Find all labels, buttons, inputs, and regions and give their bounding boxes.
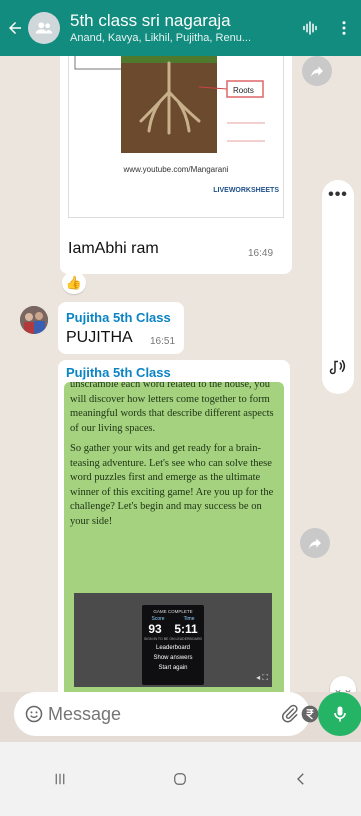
message-time: 16:51 [150,336,176,347]
game-complete-card: GAME COMPLETE Score Time 93 5:11 SIGN IN… [142,605,204,685]
show-answers-button: Show answers [153,655,193,661]
mic-icon [334,706,346,722]
back-arrow-icon [9,22,21,34]
roots-illustration: Roots [74,56,265,153]
game-card-title: GAME COMPLETE [153,609,193,614]
forward-icon [309,538,321,549]
payment-button[interactable] [300,699,320,729]
message-compose-bar [14,692,337,736]
scroll-down-button[interactable]: ⌄⌄ [330,676,356,692]
roots-label: Roots [233,86,254,95]
worksheet-image[interactable]: Roots www.youtube.com/Mangarani LIVEWORK… [68,56,284,218]
paperclip-icon [281,704,298,723]
forward-icon [311,66,323,77]
back-button[interactable] [4,0,26,56]
chat-members: Anand, Kavya, Likhil, Pujitha, Renu... [70,31,251,44]
message-time: 16:49 [248,248,274,259]
system-nav-bar [0,742,361,816]
forward-button[interactable] [302,56,332,86]
message-text: IamAbhi ram [68,240,159,257]
emoji-icon [25,705,43,723]
message-text: PUJITHA [66,329,133,346]
text-message-bubble[interactable]: Pujitha 5th Class PUJITHA 16:51 [58,302,184,354]
menu-button[interactable] [327,0,361,56]
recent-apps-icon [55,773,65,785]
fullscreen-icon: ◂ ⛶ [256,673,268,682]
start-again-button: Start again [158,665,188,671]
forward-button[interactable] [300,528,330,558]
game-screenshot-image[interactable]: unscramble each word related to the hous… [64,382,284,692]
waveform-icon [303,21,317,35]
image-caption: www.youtube.com/Mangarani [123,165,229,174]
game-description: unscramble each word related to the hous… [70,382,276,535]
chat-title-block[interactable]: 5th class sri nagaraja Anand, Kavya, Lik… [70,11,293,46]
image-message-bubble[interactable]: Pujitha 5th Class unscramble each word r… [58,360,290,692]
emoji-button[interactable] [24,699,44,729]
chevron-down-icon: ⌄⌄ [332,682,354,692]
liveworksheets-logo: LIVEWORKSHEETS [213,187,279,194]
more-horiz-icon[interactable]: ••• [322,186,354,204]
sender-name[interactable]: Pujitha 5th Class [66,310,171,325]
group-avatar[interactable] [28,12,60,44]
image-message-bubble[interactable]: Roots www.youtube.com/Mangarani LIVEWORK… [60,56,292,274]
home-button[interactable] [150,759,210,799]
voice-call-button[interactable] [293,0,327,56]
system-back-button[interactable] [271,759,331,799]
chat-title: 5th class sri nagaraja [70,10,231,30]
message-input[interactable] [44,699,280,729]
reaction-thumbs-up[interactable]: 👍 [62,272,86,294]
chevron-left-icon [296,773,304,785]
score-value: 93 [148,622,162,636]
audio-icon [329,360,346,375]
chat-header: 5th class sri nagaraja Anand, Kavya, Lik… [0,0,361,56]
game-paragraph: unscramble each word related to the hous… [70,382,274,434]
avatar-photo [20,306,48,334]
attach-button[interactable] [280,699,300,729]
chat-area[interactable]: Roots www.youtube.com/Mangarani LIVEWORK… [0,56,361,692]
game-video-frame[interactable]: GAME COMPLETE Score Time 93 5:11 SIGN IN… [74,593,272,687]
sender-name[interactable]: Pujitha 5th Class [66,365,171,380]
home-icon [174,773,187,785]
rupee-icon [301,705,319,723]
audio-button[interactable] [322,357,354,380]
group-icon [35,22,53,34]
game-card-subtitle: SIGN IN TO BE ON LEADERBOARD [143,637,203,641]
game-paragraph: So gather your wits and get ready for a … [70,443,274,527]
floating-side-panel[interactable]: ••• [322,180,354,394]
time-value: 5:11 [174,622,198,636]
recent-apps-button[interactable] [30,759,90,799]
voice-message-button[interactable] [318,692,361,736]
more-vert-icon [342,21,346,35]
leaderboard-button: Leaderboard [155,645,191,651]
sender-avatar[interactable] [20,306,48,334]
